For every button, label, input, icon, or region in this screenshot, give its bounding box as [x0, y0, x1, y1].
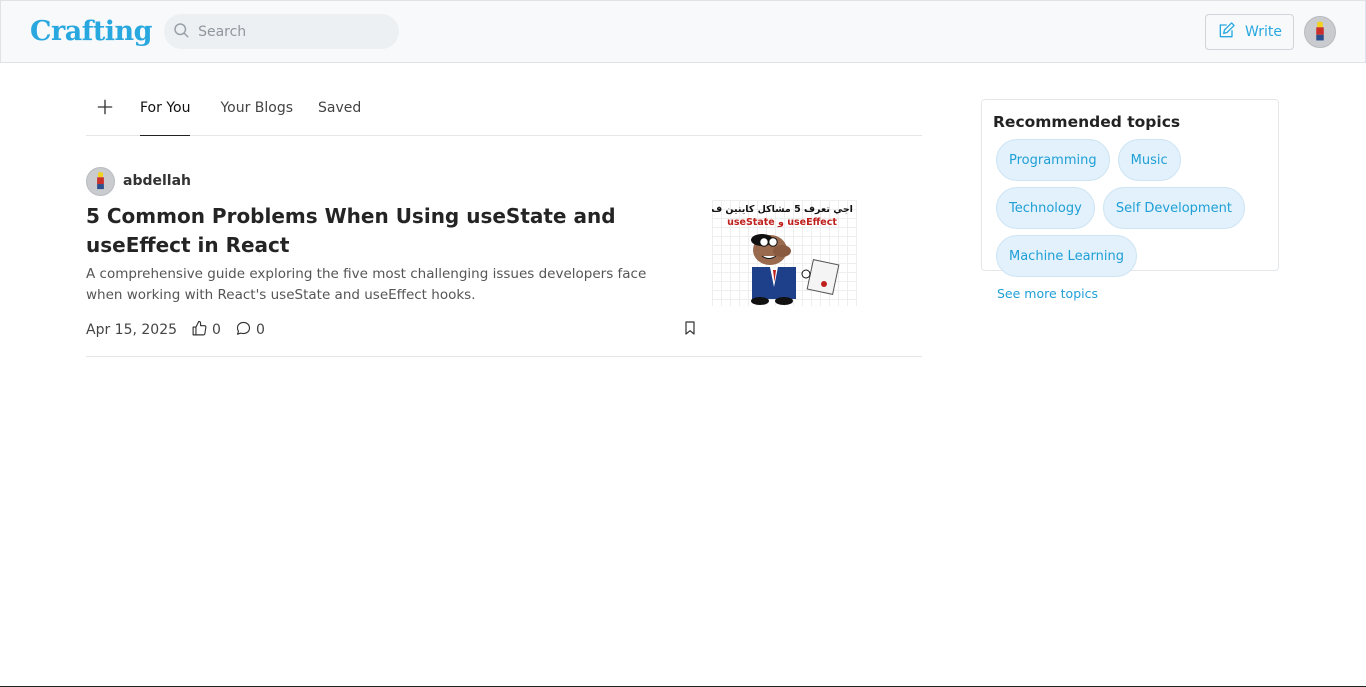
article-title[interactable]: 5 Common Problems When Using useState an… [86, 202, 696, 260]
top-header: Crafting Write [0, 0, 1366, 63]
tab-saved[interactable]: Saved [318, 88, 361, 136]
search-bar[interactable] [164, 14, 400, 49]
avatar-figure-icon [97, 171, 104, 189]
like-count: 0 [212, 322, 221, 338]
cartoon-man-illustration [751, 234, 840, 305]
topic-chip-technology[interactable]: Technology [996, 187, 1095, 229]
thumbs-up-icon [191, 320, 208, 341]
search-input[interactable] [198, 23, 379, 40]
feed-tabs: For You Your Blogs Saved [86, 88, 922, 136]
topic-chip-self-development[interactable]: Self Development [1102, 187, 1245, 229]
avatar-figure-icon [1316, 21, 1324, 40]
bookmark-button[interactable] [682, 320, 698, 340]
write-label: Write [1245, 23, 1282, 40]
search-icon [172, 21, 190, 43]
plus-icon [95, 97, 115, 121]
topic-chip-music[interactable]: Music [1117, 139, 1181, 181]
article-card[interactable]: abdellah 5 Common Problems When Using us… [86, 166, 922, 357]
article-author[interactable]: abdellah [86, 166, 922, 196]
bookmark-icon [682, 320, 698, 340]
thumbnail-caption-2: useState و useEffect [727, 217, 837, 228]
comment-count: 0 [255, 322, 265, 338]
recommended-topics-title: Recommended topics [993, 113, 1181, 131]
header-actions: Write [1205, 13, 1336, 50]
comment-bubble-icon [235, 320, 252, 341]
user-avatar[interactable] [1304, 15, 1336, 48]
topic-chips: Programming Music Technology Self Develo… [996, 139, 1276, 283]
like-button[interactable]: 0 [191, 320, 221, 341]
comment-button[interactable]: 0 [235, 320, 265, 341]
tab-your-blogs[interactable]: Your Blogs [220, 88, 293, 136]
author-avatar[interactable] [86, 166, 115, 196]
site-logo[interactable]: Crafting [30, 16, 153, 47]
article-meta: Apr 15, 2025 0 0 [86, 320, 698, 340]
article-description: A comprehensive guide exploring the five… [86, 266, 647, 303]
see-more-topics-link[interactable]: See more topics [997, 286, 1267, 301]
recommended-topics-panel: Recommended topics Programming Music Tec… [981, 99, 1279, 301]
author-name[interactable]: abdellah [123, 173, 191, 189]
article-thumbnail[interactable]: اجي تعرف 5 مشاكل كاينين ف useState و use… [711, 200, 857, 306]
pencil-square-icon [1217, 20, 1237, 44]
tab-for-you[interactable]: For You [140, 88, 191, 136]
article-date: Apr 15, 2025 [86, 322, 178, 338]
thumbnail-caption-1: اجي تعرف 5 مشاكل كاينين ف [712, 204, 853, 215]
topic-chip-programming[interactable]: Programming [996, 139, 1110, 181]
add-topic-button[interactable] [88, 88, 122, 130]
topic-chip-machine-learning[interactable]: Machine Learning [996, 235, 1137, 277]
write-button[interactable]: Write [1205, 13, 1294, 50]
